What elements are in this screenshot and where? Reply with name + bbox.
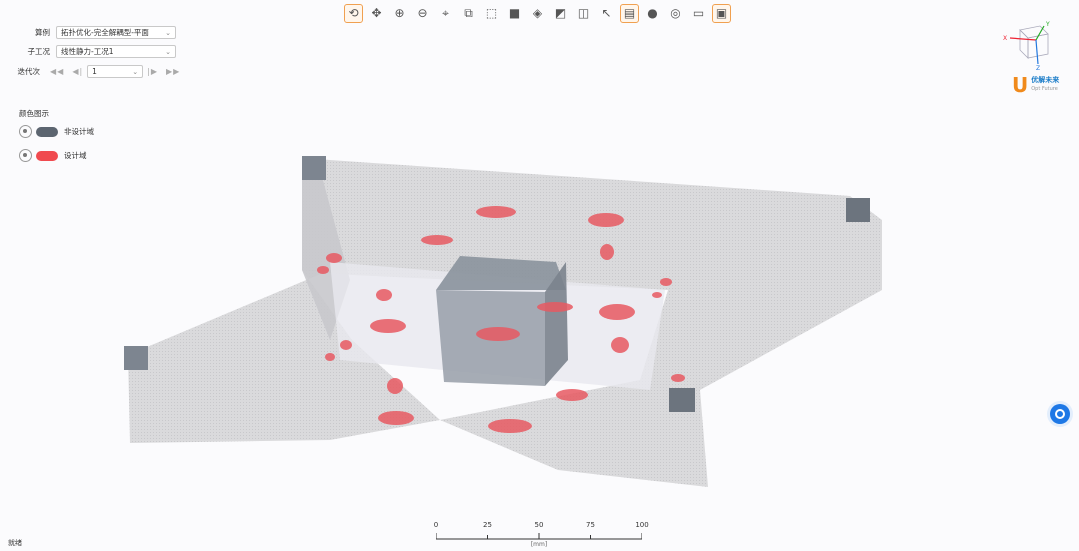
case-value: 拓扑优化-完全解耦型-平面 [61,28,149,37]
logo-u-icon: U [1012,73,1029,97]
scale-tick-label: 100 [635,521,649,529]
lighting-icon[interactable]: ◎ [666,4,685,23]
subcase-select[interactable]: 线性静力-工况1 ⌄ [56,45,176,58]
help-button[interactable] [1050,404,1070,424]
legend-label: 设计域 [64,151,87,160]
logo-brand: 优解未来 [1031,76,1060,84]
view-toolbar: ⟲ ✥ ⊕ ⊖ ⌖ ⧉ ⬚ ■ ◈ ◩ ◫ ↖ ▤ ● ◎ ▭ ▣ [344,2,731,24]
scale-tick-label: 0 [433,521,439,529]
next-step-button[interactable]: |▶ [147,67,158,76]
design-spot [537,302,573,312]
corner-block-bottom-right [669,388,695,412]
subcase-row: 子工况 线性静力-工况1 ⌄ [10,45,176,58]
axis-y-label: Y [1045,21,1050,28]
case-select[interactable]: 拓扑优化-完全解耦型-平面 ⌄ [56,26,176,39]
axis-z-label: Z [1036,65,1040,70]
corner-block-top-left [302,156,326,180]
design-spot [588,213,624,227]
design-spot [340,340,352,350]
design-spot [378,411,414,425]
design-spot [376,289,392,301]
logo-sub: Opt Future [1031,86,1058,92]
legend-item-design: 设计域 [19,149,87,162]
chevron-down-icon: ⌄ [132,67,139,76]
design-spot [325,353,335,361]
case-label: 算例 [35,28,50,37]
legend-label: 非设计域 [64,127,94,136]
design-spot [599,304,635,320]
brand-logo: U 优解未来 Opt Future [1012,75,1059,95]
model-viewport[interactable] [0,0,1079,551]
design-spot [488,419,532,433]
pick-icon[interactable]: ↖ [597,4,616,23]
fit-view-icon[interactable]: ⌖ [436,4,455,23]
zoom-box-icon[interactable]: ⧉ [459,4,478,23]
pan-icon[interactable]: ✥ [367,4,386,23]
corner-block-top-right [846,198,870,222]
frame-icon[interactable]: ▣ [712,3,731,23]
zoom-in-icon[interactable]: ⊕ [390,4,409,23]
design-spot [671,374,685,382]
mesh-icon[interactable]: ▤ [620,3,639,23]
chevron-down-icon: ⌄ [165,47,171,56]
design-spot [652,292,662,298]
section-icon[interactable]: ◩ [551,4,570,23]
scale-tick-label: 50 [534,521,544,529]
axis-x-label: X [1003,35,1007,42]
orientation-gizmo[interactable]: X Y Z [1000,18,1060,70]
corner-block-left [124,346,148,370]
zoom-out-icon[interactable]: ⊖ [413,4,432,23]
scale-bar: 0 25 50 75 100 [mm] [433,521,649,549]
subcase-value: 线性静力-工况1 [61,47,114,56]
iteration-value: 1 [92,67,97,76]
box-select-icon[interactable]: ⬚ [482,4,501,23]
rotate-icon[interactable]: ⟲ [344,3,363,23]
prev-step-button[interactable]: ◀| [72,67,83,76]
design-spot [556,389,588,401]
legend-item-non-design: 非设计域 [19,125,94,138]
iteration-select[interactable]: 1 ⌄ [87,65,144,78]
scale-unit: [mm] [530,541,548,548]
last-step-button[interactable]: ▶▶ [166,67,180,76]
legend-swatch [36,126,58,137]
first-step-button[interactable]: ◀◀ [50,67,64,76]
status-text: 就绪 [8,539,22,547]
design-spot [370,319,406,333]
split-view-icon[interactable]: ▭ [689,4,708,23]
legend-swatch [36,150,58,161]
scale-tick-label: 25 [483,521,492,529]
palette-icon[interactable] [19,125,32,138]
chevron-down-icon: ⌄ [165,28,171,37]
case-row: 算例 拓扑优化-完全解耦型-平面 ⌄ [10,26,176,39]
iteration-label: 迭代次 [17,67,41,76]
shade-sphere-icon[interactable]: ● [643,4,662,23]
design-spot [476,327,520,341]
wire-cube-icon[interactable]: ◈ [528,4,547,23]
solid-cube-icon[interactable]: ■ [505,4,524,23]
design-spot [387,378,403,394]
iteration-row: 迭代次 ◀◀ ◀| 1 ⌄ |▶ ▶▶ [10,65,184,78]
design-spot [317,266,329,274]
palette-icon[interactable] [19,149,32,162]
design-spot [611,337,629,353]
design-spot [326,253,342,263]
design-spot [660,278,672,286]
design-spot [600,244,614,260]
legend-title: 颜色图示 [19,109,49,118]
clip-icon[interactable]: ◫ [574,4,593,23]
scale-tick-label: 75 [586,521,595,529]
design-spot [421,235,453,245]
design-spot [476,206,516,218]
subcase-label: 子工况 [27,47,51,56]
